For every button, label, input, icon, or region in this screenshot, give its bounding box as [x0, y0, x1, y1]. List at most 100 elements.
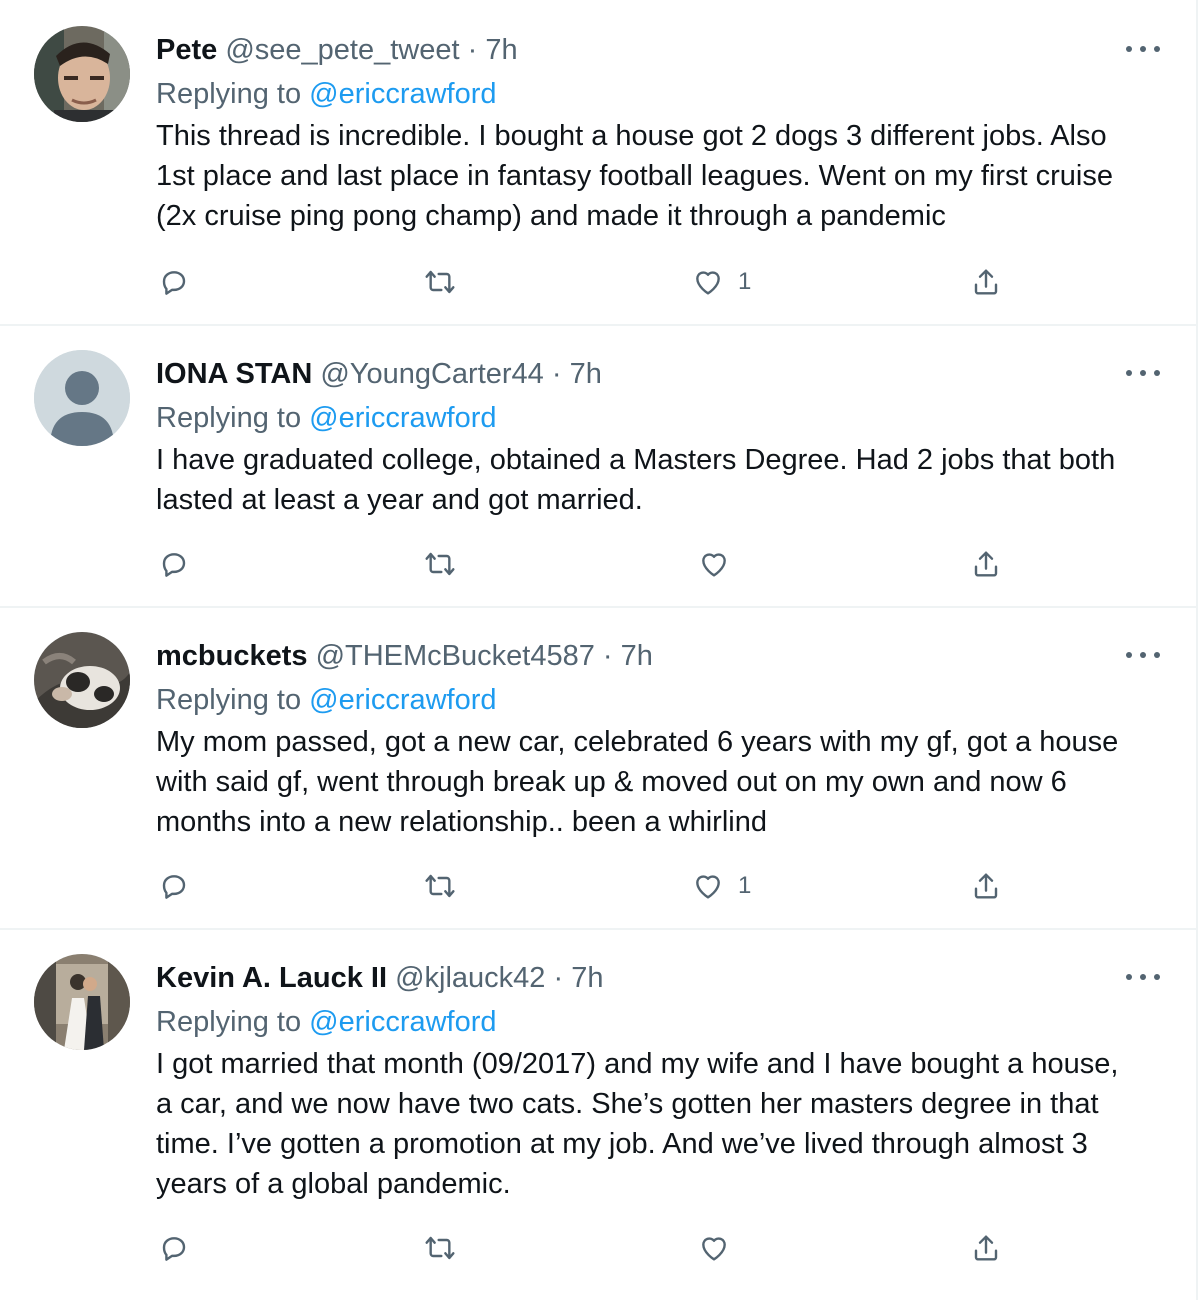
share-button[interactable]: [970, 544, 1002, 584]
action-bar: [156, 544, 1016, 584]
like-button[interactable]: [698, 1228, 730, 1268]
replying-to-label: Replying to: [156, 402, 302, 434]
replying-to: Replying to @ericcrawford: [156, 398, 497, 438]
tweet-text: This thread is incredible. I bought a ho…: [156, 116, 1166, 236]
tweet-header: Pete @see_pete_tweet · 7h: [156, 30, 518, 70]
reply-button[interactable]: [158, 866, 190, 906]
avatar-photo: [34, 26, 130, 122]
more-icon[interactable]: [1126, 642, 1160, 668]
more-icon[interactable]: [1126, 360, 1160, 386]
timestamp[interactable]: 7h: [621, 640, 653, 672]
tweet[interactable]: Kevin A. Lauck II @kjlauck42 · 7h Replyi…: [0, 928, 1196, 1300]
more-icon[interactable]: [1126, 964, 1160, 990]
retweet-button[interactable]: [424, 866, 456, 906]
user-handle[interactable]: @YoungCarter44: [320, 358, 543, 390]
tweet-header: IONA STAN @YoungCarter44 · 7h: [156, 354, 602, 394]
tweet-header: mcbuckets @THEMcBucket4587 · 7h: [156, 636, 653, 676]
tweet-text: I got married that month (09/2017) and m…: [156, 1044, 1166, 1204]
replying-to-label: Replying to: [156, 684, 302, 716]
display-name[interactable]: mcbuckets: [156, 640, 308, 672]
retweet-button[interactable]: [424, 262, 456, 302]
action-bar: 1: [156, 262, 1016, 302]
timestamp[interactable]: 7h: [570, 358, 602, 390]
like-button[interactable]: 1: [692, 262, 751, 302]
retweet-icon: [425, 552, 455, 576]
reply-button[interactable]: [158, 1228, 190, 1268]
tweet[interactable]: Pete @see_pete_tweet · 7h Replying to @e…: [0, 0, 1196, 326]
like-icon: [696, 875, 720, 899]
tweet-text-line: lasted at least a year and got married.: [156, 484, 643, 516]
tweet-text: My mom passed, got a new car, celebrated…: [156, 722, 1166, 842]
display-name[interactable]: Kevin A. Lauck II: [156, 962, 387, 994]
reply-button[interactable]: [158, 262, 190, 302]
retweet-button[interactable]: [424, 1228, 456, 1268]
tweet-text-line: with said gf, went through break up & mo…: [156, 766, 1067, 798]
like-button[interactable]: [698, 544, 730, 584]
share-button[interactable]: [970, 262, 1002, 302]
avatar[interactable]: [34, 954, 130, 1050]
tweet-text-line: (2x cruise ping pong champ) and made it …: [156, 200, 946, 232]
tweet-text-line: a car, and we now have two cats. She’s g…: [156, 1088, 1099, 1120]
avatar[interactable]: [34, 350, 130, 446]
retweet-button[interactable]: [424, 544, 456, 584]
display-name[interactable]: Pete: [156, 34, 217, 66]
tweet-text-line: My mom passed, got a new car, celebrated…: [156, 726, 1119, 758]
mention-link[interactable]: @ericcrawford: [309, 1006, 496, 1038]
share-icon: [974, 873, 998, 899]
reply-button[interactable]: [158, 544, 190, 584]
replying-to: Replying to @ericcrawford: [156, 74, 497, 114]
reply-icon: [162, 875, 186, 899]
tweet-text-line: 1st place and last place in fantasy foot…: [156, 160, 1113, 192]
action-bar: [156, 1228, 1016, 1268]
like-count: 1: [738, 268, 752, 295]
separator: ·: [551, 358, 562, 390]
action-bar: 1: [156, 866, 1016, 906]
more-icon[interactable]: [1126, 36, 1160, 62]
separator: ·: [467, 34, 478, 66]
like-icon: [702, 553, 726, 577]
tweet-text: I have graduated college, obtained a Mas…: [156, 440, 1166, 520]
tweet-header: Kevin A. Lauck II @kjlauck42 · 7h: [156, 958, 603, 998]
reply-icon: [162, 553, 186, 577]
like-count: 1: [738, 872, 752, 899]
like-icon: [702, 1237, 726, 1261]
replying-to: Replying to @ericcrawford: [156, 1002, 497, 1042]
user-handle[interactable]: @see_pete_tweet: [225, 34, 459, 66]
avatar-photo: [34, 632, 130, 728]
avatar-photo: [34, 954, 130, 1050]
mention-link[interactable]: @ericcrawford: [309, 78, 496, 110]
reply-icon: [162, 1237, 186, 1261]
reply-thread: Pete @see_pete_tweet · 7h Replying to @e…: [0, 0, 1198, 1300]
share-button[interactable]: [970, 866, 1002, 906]
like-icon: [696, 271, 720, 295]
tweet-text-line: This thread is incredible. I bought a ho…: [156, 120, 1107, 152]
share-icon: [974, 269, 998, 295]
retweet-icon: [425, 1236, 455, 1260]
timestamp[interactable]: 7h: [485, 34, 517, 66]
share-icon: [974, 1235, 998, 1261]
like-button[interactable]: 1: [692, 866, 751, 906]
separator: ·: [553, 962, 564, 994]
tweet[interactable]: mcbuckets @THEMcBucket4587 · 7h Replying…: [0, 606, 1196, 930]
mention-link[interactable]: @ericcrawford: [309, 402, 496, 434]
tweet-text-line: months into a new relationship.. been a …: [156, 806, 767, 838]
share-icon: [974, 551, 998, 577]
share-button[interactable]: [970, 1228, 1002, 1268]
replying-to: Replying to @ericcrawford: [156, 680, 497, 720]
replying-to-label: Replying to: [156, 78, 302, 110]
tweet[interactable]: IONA STAN @YoungCarter44 · 7h Replying t…: [0, 324, 1196, 608]
default-avatar-icon: [34, 350, 130, 446]
avatar[interactable]: [34, 26, 130, 122]
retweet-icon: [425, 874, 455, 898]
user-handle[interactable]: @kjlauck42: [395, 962, 545, 994]
user-handle[interactable]: @THEMcBucket4587: [316, 640, 595, 672]
tweet-text-line: I have graduated college, obtained a Mas…: [156, 444, 1116, 476]
tweet-text-line: time. I’ve gotten a promotion at my job.…: [156, 1128, 1088, 1160]
reply-icon: [162, 271, 186, 295]
tweet-text-line: I got married that month (09/2017) and m…: [156, 1048, 1119, 1080]
avatar[interactable]: [34, 632, 130, 728]
mention-link[interactable]: @ericcrawford: [309, 684, 496, 716]
timestamp[interactable]: 7h: [571, 962, 603, 994]
display-name[interactable]: IONA STAN: [156, 358, 312, 390]
retweet-icon: [425, 270, 455, 294]
